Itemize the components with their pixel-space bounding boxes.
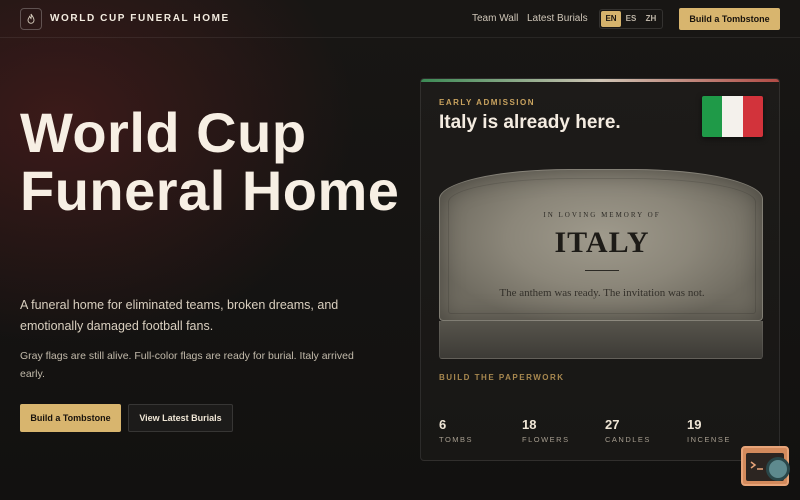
brand-name[interactable]: WORLD CUP FUNERAL HOME [50, 13, 230, 24]
tombstone-name: ITALY [554, 226, 650, 259]
stat-label: CANDLES [605, 435, 651, 444]
early-admission-card: EARLY ADMISSION Italy is already here. I… [420, 78, 780, 461]
hero-subtitle: A funeral home for eliminated teams, bro… [20, 298, 339, 333]
flame-icon [27, 13, 35, 24]
lang-en-button[interactable]: EN [601, 11, 621, 27]
stat-value: 27 [605, 417, 620, 432]
card-stats: 6 TOMBS 18 FLOWERS 27 CANDLES 19 INCENSE [439, 417, 769, 447]
flag-stripe [702, 96, 723, 137]
stat-label: TOMBS [439, 435, 474, 444]
tombstone-memory-line: IN LOVING MEMORY OF [543, 211, 661, 219]
card-eyebrow: EARLY ADMISSION [439, 98, 535, 107]
lang-zh-button[interactable]: ZH [641, 11, 661, 27]
nav-link-team-wall[interactable]: Team Wall [472, 13, 518, 24]
language-switcher: EN ES ZH [599, 9, 663, 29]
card-headline: Italy is already here. [439, 112, 621, 133]
tombstone-slab: IN LOVING MEMORY OF ITALY The anthem was… [439, 169, 763, 321]
brand-logo[interactable] [20, 8, 42, 30]
stat-value: 19 [687, 417, 702, 432]
view-latest-burials-button[interactable]: View Latest Burials [128, 404, 233, 432]
card-accent-line [421, 79, 779, 82]
nav-build-tombstone-button[interactable]: Build a Tombstone [679, 8, 780, 30]
flag-stripe [742, 96, 763, 137]
build-paperwork-link[interactable]: BUILD THE PAPERWORK [439, 373, 565, 382]
stat-value: 6 [439, 417, 447, 432]
tombstone-divider [585, 270, 619, 271]
tombstone-base [439, 321, 763, 359]
hero-note: Gray flags are still alive. Full-color f… [20, 350, 354, 380]
hero-title: World Cup Funeral Home [20, 101, 400, 222]
lang-es-button[interactable]: ES [621, 11, 641, 27]
tombstone: IN LOVING MEMORY OF ITALY The anthem was… [439, 169, 763, 359]
stat-label: INCENSE [687, 435, 731, 444]
italy-flag [702, 96, 763, 137]
stat-label: FLOWERS [522, 435, 570, 444]
build-tombstone-button[interactable]: Build a Tombstone [20, 404, 121, 432]
tombstone-epitaph: The anthem was ready. The invitation was… [499, 287, 705, 299]
top-nav: WORLD CUP FUNERAL HOME Team Wall Latest … [0, 0, 800, 38]
stat-value: 18 [522, 417, 537, 432]
inspector-widget-icon[interactable] [741, 446, 790, 486]
magnifier-icon [766, 457, 790, 481]
stat-flowers: 18 FLOWERS [522, 417, 602, 444]
flag-stripe [722, 96, 743, 137]
stat-incense: 19 INCENSE [687, 417, 767, 444]
nav-link-latest-burials[interactable]: Latest Burials [527, 13, 588, 24]
stat-candles: 27 CANDLES [605, 417, 685, 444]
stat-tombs: 6 TOMBS [439, 417, 519, 444]
